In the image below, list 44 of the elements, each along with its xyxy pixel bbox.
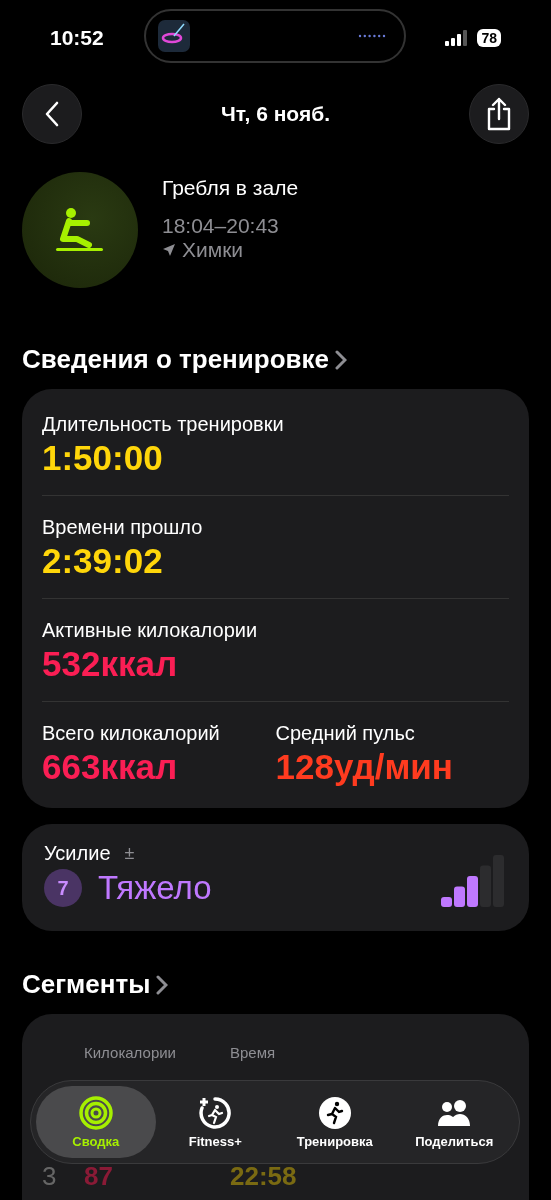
section-title[interactable]: Сегменты [22,969,151,1000]
share-icon [485,97,513,131]
app-icon [157,20,190,52]
runner-icon [317,1095,352,1130]
metric-label: Длительность тренировки [42,413,285,436]
tab[interactable]: Тренировка [275,1086,395,1158]
metric-value: 663ккал [42,747,179,787]
metric-value: 532ккал [42,644,179,684]
metric-label: Всего килокалорий [42,722,221,745]
status-time: 10:52 [50,26,104,50]
column-header: Время [230,1044,277,1061]
metric-value: 1:50:00 [42,438,164,478]
effort-card[interactable]: Усилие ± 7 Тяжело [22,824,529,931]
metric-label: Средний пульс [275,722,416,745]
metric-label: Времени прошло [42,516,204,539]
tab[interactable]: Fitness+ [155,1086,275,1158]
metric-value: 128уд/мин [275,747,454,787]
rower-icon [55,207,105,253]
chevron-right-icon [156,974,169,995]
segment-time: 22:58 [230,1161,298,1192]
chevron-right-icon [335,349,347,370]
effort-rating: Тяжело [98,869,212,907]
section-title[interactable]: Сведения о тренировке [22,344,329,375]
battery-level: 78 [477,29,501,47]
column-header: Килокалории [84,1044,177,1061]
chevron-left-icon [45,101,59,127]
effort-label: Усилие [44,842,111,865]
date-title: Чт, 6 нояб. [221,102,330,126]
location-arrow-icon [162,243,176,257]
effort-score: 7 [44,869,82,907]
runner-plus-icon [198,1095,233,1130]
metric-value: 2:39:02 [42,541,164,581]
segment-index: 3 [42,1161,58,1192]
tab[interactable]: Поделиться [394,1086,514,1158]
workout-name: Гребля в зале [162,176,299,200]
metric-label: Активные килокалории [42,619,259,642]
adjust-sign: ± [124,843,135,864]
segment-kcal: 87 [84,1161,114,1192]
workout-location: Химки [182,238,244,262]
activity-rings-icon [78,1095,113,1130]
tab[interactable]: Сводка [36,1086,156,1158]
dots-icon [357,34,386,38]
signal-icon [445,30,470,46]
workout-time: 18:04–20:43 [162,214,280,238]
